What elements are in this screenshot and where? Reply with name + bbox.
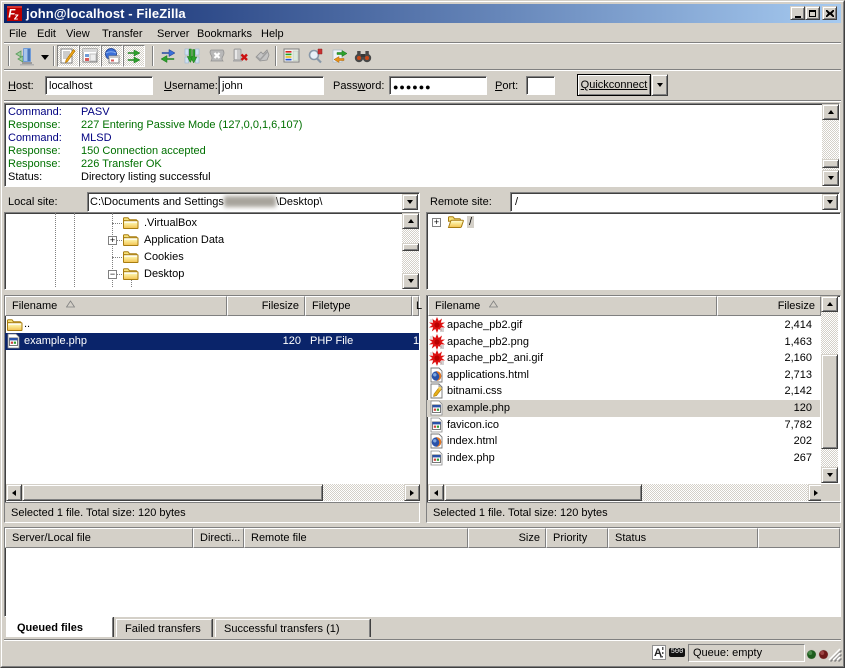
svg-text:z: z: [13, 12, 19, 22]
